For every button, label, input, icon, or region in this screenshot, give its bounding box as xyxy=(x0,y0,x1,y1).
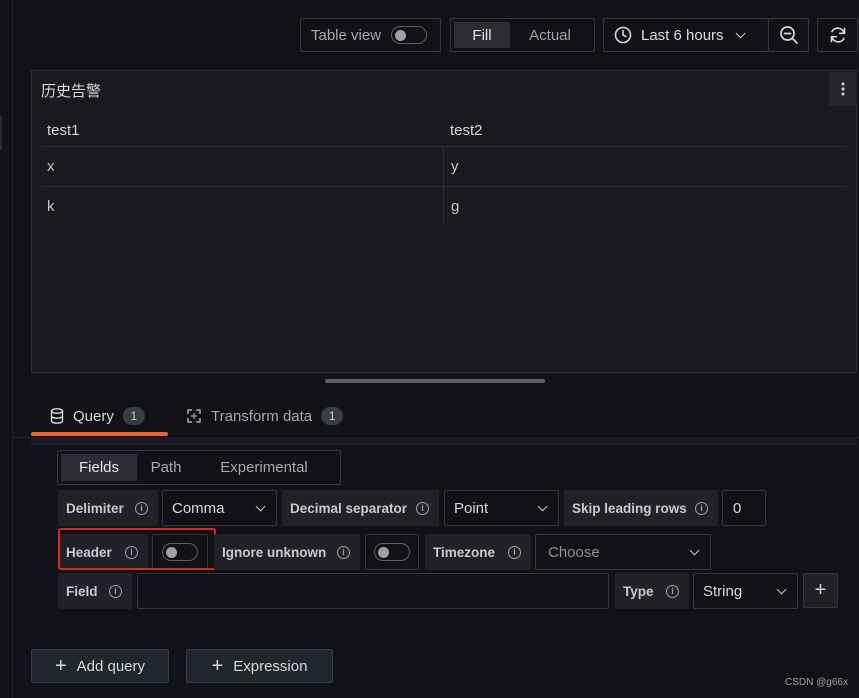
ignore-unknown-toggle[interactable] xyxy=(365,534,419,570)
time-range-picker[interactable]: Last 6 hours xyxy=(603,18,769,52)
zoom-out-icon xyxy=(779,26,798,44)
switch-knob xyxy=(395,30,407,41)
column-header-test1[interactable]: test1 xyxy=(47,122,80,139)
table-view-switch[interactable] xyxy=(391,26,428,44)
clock-icon xyxy=(614,26,632,44)
expression-button[interactable]: + Expression xyxy=(186,649,333,683)
add-query-label: Add query xyxy=(76,657,146,675)
delimiter-label: Delimiter i xyxy=(58,490,158,526)
timezone-label-text: Timezone xyxy=(433,544,496,560)
more-vertical-icon xyxy=(841,82,845,96)
delimiter-select[interactable]: Comma xyxy=(162,490,277,526)
table-row-divider xyxy=(41,186,847,187)
expression-label: Expression xyxy=(233,657,308,675)
skip-leading-rows-input[interactable]: 0 xyxy=(722,490,766,526)
info-icon[interactable]: i xyxy=(666,584,679,598)
type-label: Type i xyxy=(615,573,689,609)
tab-transform-data[interactable]: Transform data 1 xyxy=(186,404,344,428)
type-select[interactable]: String xyxy=(693,573,798,609)
column-header-test2[interactable]: test2 xyxy=(450,122,483,139)
left-gutter-marker xyxy=(0,116,2,150)
table-cell: g xyxy=(451,198,460,215)
table-column-divider xyxy=(443,147,444,225)
info-icon[interactable]: i xyxy=(416,501,429,515)
table-cell: k xyxy=(47,198,55,215)
left-gutter xyxy=(0,0,13,698)
field-label-text: Field xyxy=(66,583,98,599)
field-label: Field i xyxy=(58,573,132,609)
database-icon xyxy=(50,408,64,424)
time-range-label: Last 6 hours xyxy=(641,26,724,44)
tab-fields[interactable]: Fields xyxy=(61,454,137,481)
query-editor-header xyxy=(31,437,857,445)
zoom-out-button[interactable] xyxy=(768,18,809,52)
switch-knob xyxy=(378,547,389,558)
active-tab-indicator xyxy=(31,432,168,436)
chevron-down-icon xyxy=(537,501,548,511)
decimal-separator-label-text: Decimal separator xyxy=(290,500,408,516)
tab-query-label: Query xyxy=(73,407,114,425)
table-cell: y xyxy=(451,158,459,175)
decimal-separator-value: Point xyxy=(454,499,489,517)
skip-leading-rows-label: Skip leading rows i xyxy=(564,490,718,526)
add-query-button[interactable]: + Add query xyxy=(31,649,169,683)
info-icon[interactable]: i xyxy=(695,501,708,515)
table-view-toggle[interactable]: Table view xyxy=(300,18,441,52)
plus-icon: + xyxy=(54,655,67,677)
editor-mode-tabs: Fields Path Experimental xyxy=(57,450,341,485)
ignore-unknown-switch[interactable] xyxy=(374,543,410,561)
tab-query[interactable]: Query 1 xyxy=(50,404,145,428)
info-icon[interactable]: i xyxy=(135,501,148,515)
timezone-placeholder: Choose xyxy=(548,543,600,561)
field-input[interactable] xyxy=(137,573,609,609)
table-header-divider xyxy=(41,146,847,147)
query-count-badge: 1 xyxy=(122,407,145,425)
actual-option[interactable]: Actual xyxy=(510,22,590,48)
transform-count-badge: 1 xyxy=(321,407,344,425)
refresh-button[interactable] xyxy=(817,18,858,52)
type-label-text: Type xyxy=(623,583,654,599)
chevron-down-icon xyxy=(689,545,700,555)
add-field-button[interactable]: + xyxy=(803,573,838,608)
decimal-separator-select[interactable]: Point xyxy=(444,490,559,526)
delimiter-label-text: Delimiter xyxy=(66,500,124,516)
info-icon[interactable]: i xyxy=(508,545,521,559)
watermark: CSDN @g66x xyxy=(785,677,848,688)
panel-title: 历史告警 xyxy=(41,83,102,100)
tab-path[interactable]: Path xyxy=(137,454,195,481)
ignore-unknown-label-text: Ignore unknown xyxy=(222,544,327,560)
refresh-icon xyxy=(830,27,845,43)
type-value: String xyxy=(703,582,743,600)
tab-experimental[interactable]: Experimental xyxy=(195,454,333,481)
fill-actual-radio-group: Fill Actual xyxy=(450,18,595,52)
chevron-down-icon xyxy=(255,501,266,511)
table-panel xyxy=(31,70,857,373)
chevron-down-icon xyxy=(776,584,787,594)
info-icon[interactable]: i xyxy=(109,584,122,598)
decimal-separator-label: Decimal separator i xyxy=(282,490,439,526)
table-cell: x xyxy=(47,158,55,175)
fill-option[interactable]: Fill xyxy=(454,22,510,48)
delimiter-value: Comma xyxy=(172,499,225,517)
plus-icon: + xyxy=(211,655,224,677)
panel-menu-button[interactable] xyxy=(829,72,857,106)
highlight-annotation xyxy=(58,528,216,570)
transform-icon xyxy=(187,409,201,423)
skip-leading-rows-label-text: Skip leading rows xyxy=(572,500,687,516)
plus-icon: + xyxy=(814,579,827,601)
panel-resize-handle[interactable] xyxy=(325,379,545,383)
timezone-label: Timezone i xyxy=(425,534,531,570)
tab-transform-label: Transform data xyxy=(211,407,313,425)
timezone-select[interactable]: Choose xyxy=(535,534,711,570)
ignore-unknown-label: Ignore unknown i xyxy=(214,534,360,570)
chevron-down-icon xyxy=(735,28,746,38)
table-view-label: Table view xyxy=(311,26,382,44)
info-icon[interactable]: i xyxy=(337,545,350,559)
